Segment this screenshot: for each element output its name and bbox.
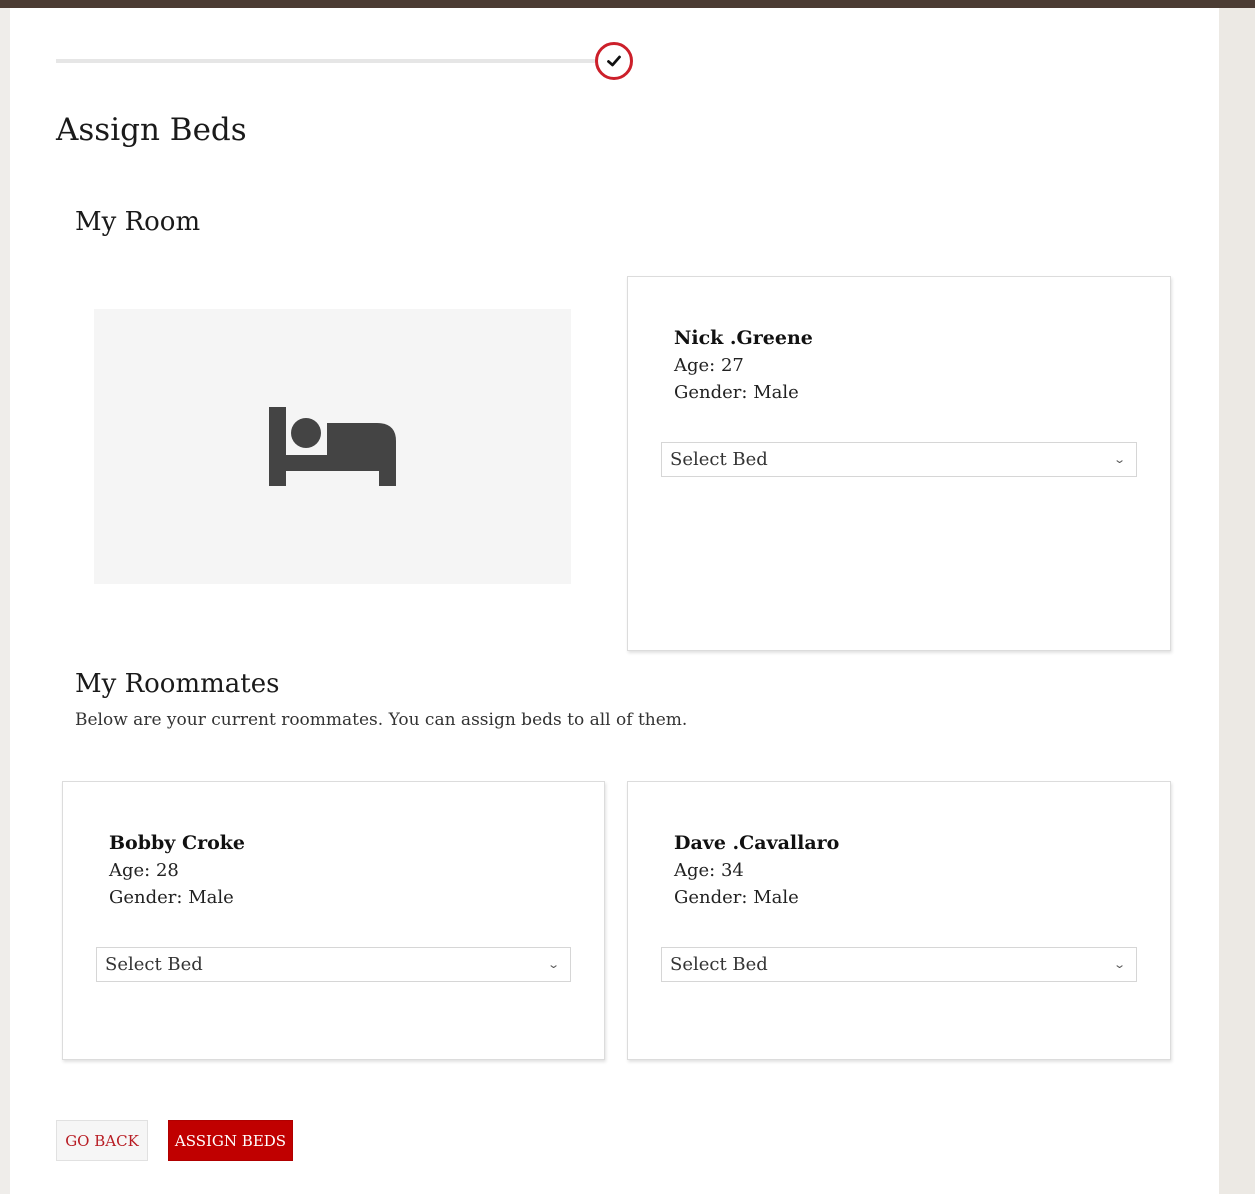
my-room-heading: My Room bbox=[75, 207, 201, 237]
select-bed-dropdown[interactable]: Select Bed ⌄ bbox=[661, 442, 1137, 477]
select-bed-value: Select Bed bbox=[670, 449, 768, 470]
roommate-gender: Gender: Male bbox=[674, 887, 799, 908]
progress-step-complete bbox=[595, 42, 633, 80]
roommate-card: Bobby Croke Age: 28 Gender: Male Select … bbox=[62, 781, 605, 1060]
my-room-occupant-card: Nick .Greene Age: 27 Gender: Male Select… bbox=[627, 276, 1171, 651]
occupant-gender: Gender: Male bbox=[674, 382, 799, 403]
page-title: Assign Beds bbox=[56, 112, 247, 148]
select-bed-value: Select Bed bbox=[670, 954, 768, 975]
roommate-name: Bobby Croke bbox=[109, 832, 246, 854]
select-bed-dropdown[interactable]: Select Bed ⌄ bbox=[661, 947, 1137, 982]
roommates-description: Below are your current roommates. You ca… bbox=[75, 710, 688, 730]
left-page-edge bbox=[0, 8, 10, 1194]
roommate-age: Age: 34 bbox=[674, 860, 744, 881]
assign-beds-button[interactable]: ASSIGN BEDS bbox=[168, 1120, 293, 1161]
occupant-age: Age: 27 bbox=[674, 355, 744, 376]
roommate-gender: Gender: Male bbox=[109, 887, 234, 908]
go-back-button[interactable]: GO BACK bbox=[56, 1120, 148, 1161]
top-accent-bar bbox=[0, 0, 1255, 8]
room-image-placeholder bbox=[94, 309, 571, 584]
bed-icon bbox=[269, 407, 396, 486]
my-roommates-heading: My Roommates bbox=[75, 669, 280, 699]
chevron-down-icon: ⌄ bbox=[546, 958, 560, 971]
roommate-name: Dave .Cavallaro bbox=[674, 832, 840, 854]
roommate-age: Age: 28 bbox=[109, 860, 179, 881]
select-bed-dropdown[interactable]: Select Bed ⌄ bbox=[96, 947, 571, 982]
roommate-card: Dave .Cavallaro Age: 34 Gender: Male Sel… bbox=[627, 781, 1171, 1060]
select-bed-value: Select Bed bbox=[105, 954, 203, 975]
chevron-down-icon: ⌄ bbox=[1112, 453, 1126, 466]
progress-track bbox=[56, 59, 601, 63]
right-side-panel bbox=[1219, 8, 1255, 1194]
chevron-down-icon: ⌄ bbox=[1112, 958, 1126, 971]
occupant-name: Nick .Greene bbox=[674, 327, 813, 349]
check-icon bbox=[607, 55, 621, 67]
